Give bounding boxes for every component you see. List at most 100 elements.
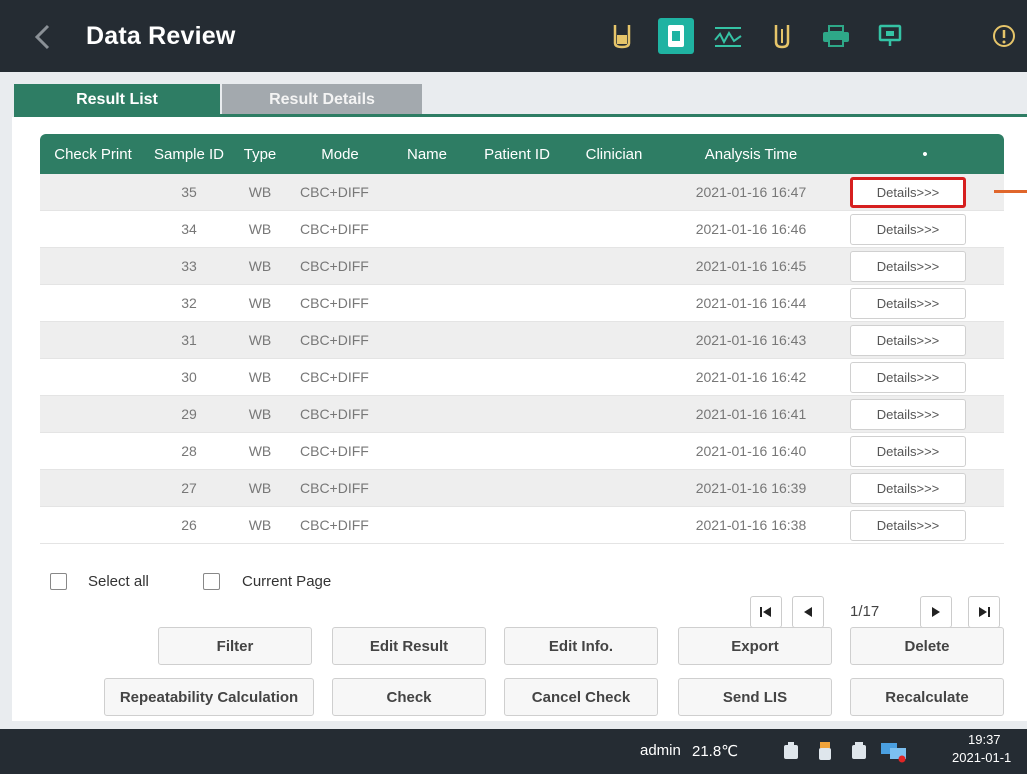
tab-result-details[interactable]: Result Details — [222, 84, 422, 116]
status-bar: admin 21.8℃ 19:37 2021-01-1 — [0, 729, 1027, 774]
column-header[interactable]: Patient ID — [462, 146, 572, 163]
current-page-checkbox[interactable] — [203, 573, 220, 590]
repeatability-calculation-button[interactable]: Repeatability Calculation — [104, 678, 314, 716]
column-header[interactable]: • — [846, 146, 1004, 163]
details-button[interactable]: Details>>> — [850, 509, 966, 541]
column-header[interactable]: Type — [232, 146, 288, 163]
type-cell: WB — [248, 184, 272, 200]
callout-arrow — [994, 190, 1027, 193]
waveform-icon[interactable] — [710, 18, 746, 54]
sample-id-cell: 29 — [181, 406, 197, 422]
mode-cell: CBC+DIFF — [300, 332, 369, 348]
column-header[interactable]: Clinician — [572, 146, 656, 163]
user-name: admin — [640, 742, 681, 759]
type-cell: WB — [248, 517, 272, 533]
select-all-label: Select all — [88, 573, 149, 590]
reagent-tube-icon[interactable] — [764, 18, 800, 54]
analysis-time-cell: 2021-01-16 16:38 — [695, 517, 807, 533]
details-button[interactable]: Details>>> — [850, 398, 966, 430]
details-button[interactable]: Details>>> — [850, 435, 966, 467]
next-page-icon — [932, 607, 940, 617]
clock-date: 2021-01-1 — [952, 750, 1012, 765]
sample-tube-icon[interactable] — [604, 18, 640, 54]
filter-button[interactable]: Filter — [158, 627, 312, 665]
table-row[interactable]: 32 WB CBC+DIFF 2021-01-16 16:44 Details>… — [40, 285, 1004, 322]
details-button[interactable]: Details>>> — [850, 361, 966, 393]
waste-status-icon[interactable] — [850, 741, 868, 761]
sample-id-cell: 31 — [181, 332, 197, 348]
type-cell: WB — [248, 443, 272, 459]
table-row[interactable]: 27 WB CBC+DIFF 2021-01-16 16:39 Details>… — [40, 470, 1004, 507]
analysis-time-cell: 2021-01-16 16:44 — [695, 295, 807, 311]
last-page-icon — [979, 607, 990, 617]
first-page-button[interactable] — [750, 596, 782, 628]
type-cell: WB — [248, 480, 272, 496]
export-button[interactable]: Export — [678, 627, 832, 665]
details-button[interactable]: Details>>> — [850, 324, 966, 356]
send-lis-button[interactable]: Send LIS — [678, 678, 832, 716]
column-header[interactable]: Check Print — [40, 146, 146, 163]
device-monitor-icon[interactable] — [872, 18, 908, 54]
details-button[interactable]: Details>>> — [850, 176, 966, 208]
network-status-icon[interactable] — [880, 741, 908, 763]
tab-result-list[interactable]: Result List — [14, 84, 220, 116]
sample-id-cell: 26 — [181, 517, 197, 533]
sample-id-cell: 32 — [181, 295, 197, 311]
check-button[interactable]: Check — [332, 678, 486, 716]
prev-page-icon — [804, 607, 812, 617]
type-cell: WB — [248, 221, 272, 237]
current-page-label: Current Page — [242, 573, 332, 590]
column-header[interactable]: Sample ID — [146, 146, 232, 163]
table-row[interactable]: 26 WB CBC+DIFF 2021-01-16 16:38 Details>… — [40, 507, 1004, 544]
sample-id-cell: 27 — [181, 480, 197, 496]
mode-cell: CBC+DIFF — [300, 295, 369, 311]
page-indicator: 1/17 — [850, 603, 880, 620]
temperature: 21.8℃ — [692, 743, 739, 760]
details-button[interactable]: Details>>> — [850, 472, 966, 504]
reagent-status-icon[interactable] — [782, 741, 800, 761]
type-cell: WB — [248, 332, 272, 348]
mode-cell: CBC+DIFF — [300, 480, 369, 496]
data-review-icon[interactable] — [658, 18, 694, 54]
column-header[interactable]: Analysis Time — [656, 146, 846, 163]
analysis-time-cell: 2021-01-16 16:39 — [695, 480, 807, 496]
mode-cell: CBC+DIFF — [300, 221, 369, 237]
table-row[interactable]: 33 WB CBC+DIFF 2021-01-16 16:45 Details>… — [40, 248, 1004, 285]
cancel-check-button[interactable]: Cancel Check — [504, 678, 658, 716]
analysis-time-cell: 2021-01-16 16:40 — [695, 443, 807, 459]
next-page-button[interactable] — [920, 596, 952, 628]
printer-icon[interactable] — [818, 18, 854, 54]
mode-cell: CBC+DIFF — [300, 406, 369, 422]
details-button[interactable]: Details>>> — [850, 213, 966, 245]
table-row[interactable]: 30 WB CBC+DIFF 2021-01-16 16:42 Details>… — [40, 359, 1004, 396]
details-button[interactable]: Details>>> — [850, 250, 966, 282]
sample-id-cell: 35 — [181, 184, 197, 200]
table-row[interactable]: 31 WB CBC+DIFF 2021-01-16 16:43 Details>… — [40, 322, 1004, 359]
info-icon[interactable] — [986, 18, 1022, 54]
table-row[interactable]: 34 WB CBC+DIFF 2021-01-16 16:46 Details>… — [40, 211, 1004, 248]
recalculate-button[interactable]: Recalculate — [850, 678, 1004, 716]
select-all-checkbox[interactable] — [50, 573, 67, 590]
column-header[interactable]: Mode — [288, 146, 392, 163]
analysis-time-cell: 2021-01-16 16:45 — [695, 258, 807, 274]
first-page-icon — [760, 607, 771, 617]
analysis-time-cell: 2021-01-16 16:46 — [695, 221, 807, 237]
diluent-status-icon[interactable] — [816, 741, 834, 761]
details-button[interactable]: Details>>> — [850, 287, 966, 319]
mode-cell: CBC+DIFF — [300, 443, 369, 459]
type-cell: WB — [248, 295, 272, 311]
prev-page-button[interactable] — [792, 596, 824, 628]
analysis-time-cell: 2021-01-16 16:42 — [695, 369, 807, 385]
edit-info-button[interactable]: Edit Info. — [504, 627, 658, 665]
table-row[interactable]: 35 WB CBC+DIFF 2021-01-16 16:47 Details>… — [40, 174, 1004, 211]
table-body: 35 WB CBC+DIFF 2021-01-16 16:47 Details>… — [40, 174, 1004, 544]
type-cell: WB — [248, 406, 272, 422]
column-header[interactable]: Name — [392, 146, 462, 163]
table-row[interactable]: 29 WB CBC+DIFF 2021-01-16 16:41 Details>… — [40, 396, 1004, 433]
delete-button[interactable]: Delete — [850, 627, 1004, 665]
back-icon[interactable] — [30, 22, 56, 52]
edit-result-button[interactable]: Edit Result — [332, 627, 486, 665]
last-page-button[interactable] — [968, 596, 1000, 628]
sample-id-cell: 30 — [181, 369, 197, 385]
table-row[interactable]: 28 WB CBC+DIFF 2021-01-16 16:40 Details>… — [40, 433, 1004, 470]
